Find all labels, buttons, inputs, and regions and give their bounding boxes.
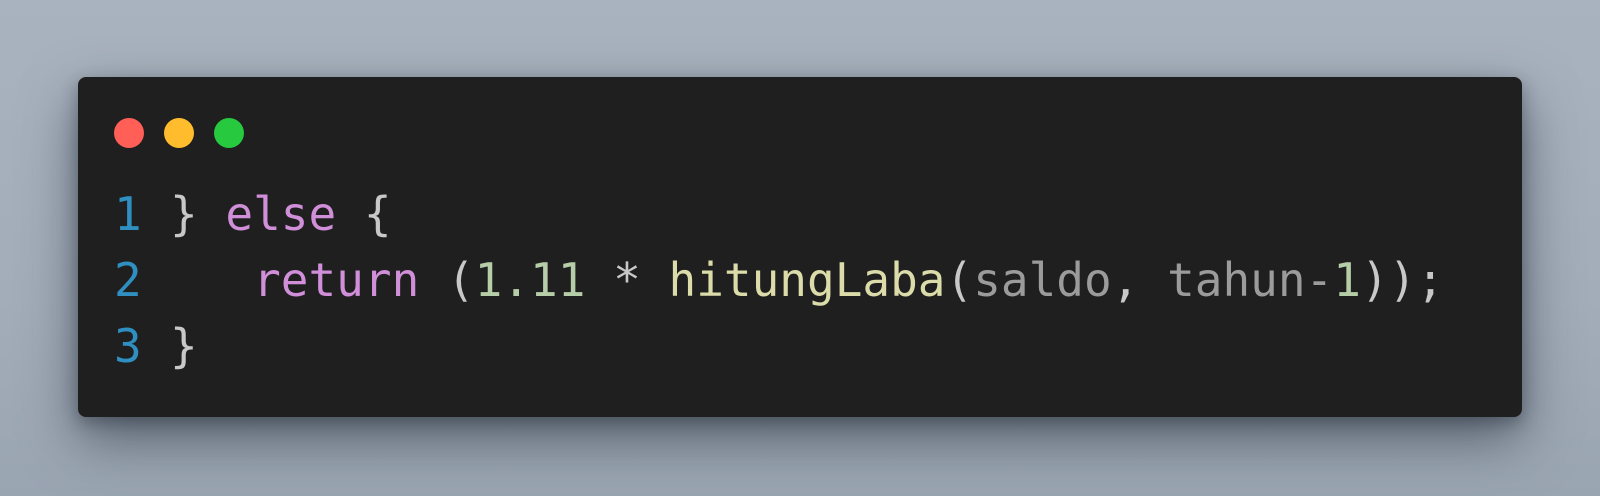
code-block: 1} else {2 return (1.11 * hitungLaba(sal…	[114, 181, 1444, 379]
window-controls	[114, 118, 244, 148]
maximize-button[interactable]	[214, 118, 244, 148]
code-line: 1} else {	[114, 181, 1444, 247]
code-token-param: saldo	[973, 253, 1112, 307]
code-window: 1} else {2 return (1.11 * hitungLaba(sal…	[78, 77, 1522, 417]
code-token-keyword: return	[253, 253, 420, 307]
code-line: 2 return (1.11 * hitungLaba(saldo, tahun…	[114, 247, 1444, 313]
code-token-func: hitungLaba	[668, 253, 946, 307]
code-token-number: 1	[1333, 253, 1361, 307]
code-line: 3}	[114, 313, 1444, 379]
code-token-number: 1.11	[474, 253, 586, 307]
code-token-punct: {	[336, 187, 392, 241]
code-token-param: tahun-	[1167, 253, 1334, 307]
code-token-punct: }	[170, 319, 198, 373]
code-token-punct: ,	[1111, 253, 1168, 307]
code-token-keyword: else	[225, 187, 337, 241]
line-number: 2	[114, 253, 142, 307]
close-button[interactable]	[114, 118, 144, 148]
minimize-button[interactable]	[164, 118, 194, 148]
line-number: 3	[114, 319, 142, 373]
code-token-punct: (	[419, 253, 475, 307]
code-token-punct: (	[945, 253, 974, 307]
code-token-punct: ));	[1360, 253, 1445, 307]
code-token-punct: }	[170, 187, 226, 241]
code-token-punct: *	[585, 253, 669, 307]
line-number: 1	[114, 187, 142, 241]
code-token-punct	[170, 253, 253, 307]
